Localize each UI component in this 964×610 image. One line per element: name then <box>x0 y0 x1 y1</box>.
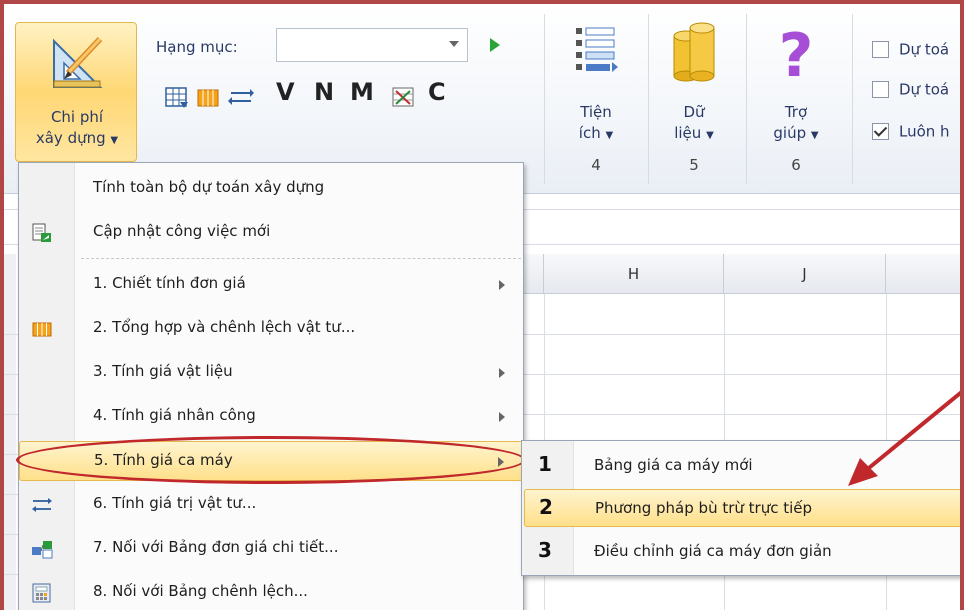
menu-item-label: Cập nhật công việc mới <box>93 222 271 240</box>
dropdown-arrow-icon: ▼ <box>110 135 119 146</box>
menu-item-gia-tri-vat-tu[interactable]: 6. Tính giá trị vật tư... <box>19 485 523 525</box>
checkbox-label: Dự toá <box>899 40 950 59</box>
menu-item-chiet-tinh[interactable]: 1. Chiết tính đơn giá <box>19 265 523 305</box>
submenu-item-number: 1 <box>538 452 552 476</box>
dropdown-arrow-icon: ▼ <box>605 130 614 141</box>
submenu-item-dieu-chinh[interactable]: 3 Điều chỉnh giá ca máy đơn giản <box>524 533 960 571</box>
column-header[interactable] <box>524 254 544 294</box>
menu-item-label: 4. Tính giá nhân công <box>93 406 256 424</box>
help-question-icon: ? <box>779 21 814 91</box>
checkbox-label: Dự toá <box>899 80 950 99</box>
tien-ich-label-1: Tiện <box>580 103 612 121</box>
tro-giup-label-2: giúp <box>773 124 807 142</box>
menu-item-label: Tính toàn bộ dự toán xây dựng <box>93 178 325 196</box>
document-update-icon <box>32 223 51 242</box>
chart-table-icon[interactable] <box>390 82 418 112</box>
chi-phi-label: Chi phí xây dựng ▼ <box>16 107 138 151</box>
ribbon-separator <box>746 14 747 184</box>
ribbon-separator <box>648 14 649 184</box>
menu-item-label: 8. Nối với Bảng chênh lệch... <box>93 582 308 600</box>
hang-muc-combo[interactable] <box>276 28 468 62</box>
m-button[interactable]: M <box>350 78 374 106</box>
ribbon-separator <box>544 14 545 184</box>
du-lieu-label-1: Dữ <box>683 103 705 121</box>
submenu-item-label: Điều chỉnh giá ca máy đơn giản <box>594 542 832 560</box>
n-button[interactable]: N <box>314 78 334 106</box>
checkbox[interactable] <box>872 81 889 98</box>
ruler-pencil-icon <box>53 36 103 88</box>
submenu-item-number: 2 <box>539 495 553 519</box>
tro-giup-button[interactable]: ? Trợ giúp ▼ 6 <box>760 21 832 174</box>
du-lieu-keytip: 5 <box>689 156 699 174</box>
menu-item-label: 6. Tính giá trị vật tư... <box>93 494 257 512</box>
play-icon[interactable] <box>490 38 500 52</box>
svg-text:?: ? <box>779 22 814 86</box>
checkbox-label: Luôn h <box>899 122 950 141</box>
window-frame: Chi phí xây dựng ▼ Hạng mục: V N M C Tiệ… <box>0 0 964 610</box>
hang-muc-label: Hạng mục: <box>156 38 238 56</box>
column-header[interactable] <box>886 254 960 294</box>
combo-dropdown-icon[interactable] <box>449 41 459 47</box>
option-checkbox-3[interactable]: Luôn h <box>872 122 960 146</box>
checkbox-checked[interactable] <box>872 123 889 140</box>
columns-icon <box>32 322 52 337</box>
menu-item-noi-bang-chenh-lech[interactable]: 8. Nối với Bảng chênh lệch... <box>19 573 523 610</box>
submenu-item-label: Bảng giá ca máy mới <box>594 456 753 474</box>
submenu-arrow-icon <box>499 280 505 290</box>
tien-ich-label-2: ích <box>578 124 601 142</box>
checkbox[interactable] <box>872 41 889 58</box>
submenu-arrow-icon <box>499 412 505 422</box>
option-checkbox-1[interactable]: Dự toá <box>872 40 960 64</box>
columns-icon[interactable] <box>196 82 222 112</box>
annotation-ellipse <box>16 436 526 484</box>
tien-ich-button[interactable]: Tiện ích ▼ 4 <box>560 22 632 174</box>
list-tools-icon <box>576 27 618 72</box>
chi-phi-xay-dung-button[interactable]: Chi phí xây dựng ▼ <box>15 22 137 162</box>
tro-giup-keytip: 6 <box>791 156 801 174</box>
menu-item-tong-hop[interactable]: 2. Tổng hợp và chênh lệch vật tư... <box>19 309 523 349</box>
menu-item-noi-bang-don-gia[interactable]: 7. Nối với Bảng đơn giá chi tiết... <box>19 529 523 569</box>
menu-item-label: 3. Tính giá vật liệu <box>93 362 233 380</box>
column-header-h[interactable]: H <box>544 254 724 294</box>
menu-item-label: 1. Chiết tính đơn giá <box>93 274 246 292</box>
transfer-arrows-icon <box>32 498 52 512</box>
dropdown-arrow-icon: ▼ <box>706 130 714 141</box>
menu-item-tinh-toan-bo[interactable]: Tính toàn bộ dự toán xây dựng <box>19 169 523 209</box>
chi-phi-label-line2: xây dựng <box>35 129 106 147</box>
menu-item-label: 7. Nối với Bảng đơn giá chi tiết... <box>93 538 339 556</box>
transfer-arrows-icon[interactable] <box>228 82 254 112</box>
calculator-icon <box>32 583 51 603</box>
row-header-strip <box>4 254 16 610</box>
submenu-item-number: 3 <box>538 538 552 562</box>
submenu-item-label: Phương pháp bù trừ trực tiếp <box>595 499 813 517</box>
du-lieu-label-2: liệu <box>674 124 702 142</box>
submenu-arrow-icon <box>499 368 505 378</box>
menu-item-gia-nhan-cong[interactable]: 4. Tính giá nhân công <box>19 397 523 437</box>
database-icon <box>673 22 715 82</box>
submenu-item-bu-tru-truc-tiep[interactable]: 2 Phương pháp bù trừ trực tiếp <box>524 489 960 527</box>
menu-separator <box>81 258 521 259</box>
tien-ich-keytip: 4 <box>591 156 601 174</box>
tro-giup-label-1: Trợ <box>784 103 808 121</box>
c-button[interactable]: C <box>428 78 446 106</box>
link-table-icon <box>32 541 53 559</box>
menu-item-label: 2. Tổng hợp và chênh lệch vật tư... <box>93 318 356 336</box>
chi-phi-label-line1: Chi phí <box>50 108 104 126</box>
du-lieu-button[interactable]: Dữ liệu ▼ 5 <box>658 22 730 174</box>
menu-item-cap-nhat[interactable]: Cập nhật công việc mới <box>19 213 523 253</box>
ribbon-separator <box>852 14 853 184</box>
annotation-arrow-icon <box>848 390 960 486</box>
menu-item-gia-vat-lieu[interactable]: 3. Tính giá vật liệu <box>19 353 523 393</box>
v-button[interactable]: V <box>276 78 295 106</box>
table-grid-icon[interactable] <box>164 82 190 112</box>
dropdown-arrow-icon: ▼ <box>810 130 819 141</box>
chi-phi-menu: Tính toàn bộ dự toán xây dựng Cập nhật c… <box>18 162 524 610</box>
column-header-j[interactable]: J <box>724 254 886 294</box>
option-checkbox-2[interactable]: Dự toá <box>872 80 960 104</box>
